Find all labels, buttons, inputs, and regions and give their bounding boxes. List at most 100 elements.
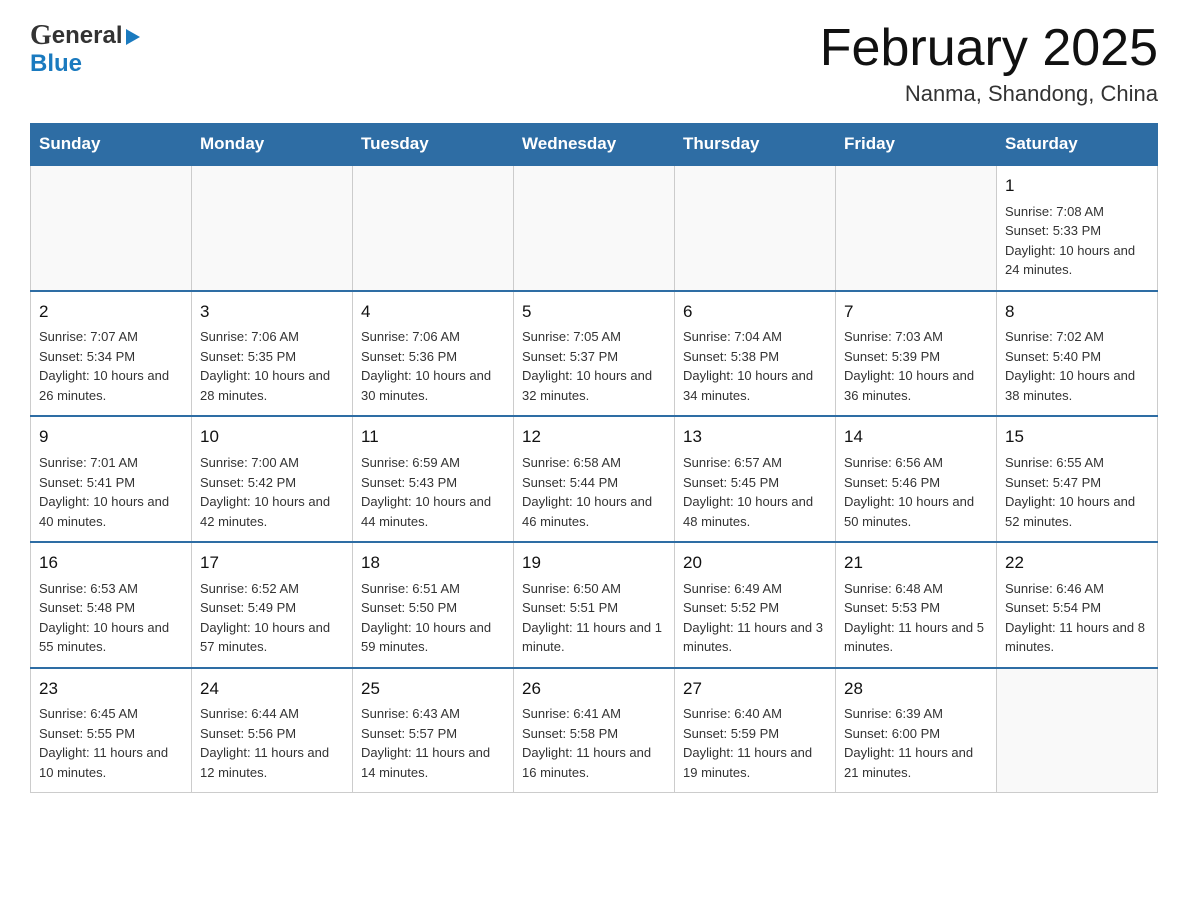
day-number: 14 <box>844 425 988 450</box>
weekday-header-thursday: Thursday <box>675 124 836 166</box>
day-number: 17 <box>200 551 344 576</box>
calendar-cell: 10Sunrise: 7:00 AMSunset: 5:42 PMDayligh… <box>192 416 353 542</box>
day-number: 26 <box>522 677 666 702</box>
logo-g: G <box>30 20 52 52</box>
day-info: Sunrise: 6:45 AMSunset: 5:55 PMDaylight:… <box>39 704 183 782</box>
day-number: 12 <box>522 425 666 450</box>
calendar-cell: 12 Sunrise: 6:58 AMSunset: 5:44 PMDayligh… <box>514 416 675 542</box>
day-number: 18 <box>361 551 505 576</box>
day-info: Sunrise: 7:05 AMSunset: 5:37 PMDaylight:… <box>522 327 666 405</box>
day-info: Sunrise: 7:04 AMSunset: 5:38 PMDaylight:… <box>683 327 827 405</box>
day-number: 7 <box>844 300 988 325</box>
day-number: 22 <box>1005 551 1149 576</box>
day-info: Sunrise: 6:59 AMSunset: 5:43 PMDaylight:… <box>361 453 505 531</box>
calendar-cell: 17 Sunrise: 6:52 AMSunset: 5:49 PMDayligh… <box>192 542 353 668</box>
day-info: Sunrise: 6:58 AMSunset: 5:44 PMDaylight:… <box>522 453 666 531</box>
calendar-week-row: 2Sunrise: 7:07 AMSunset: 5:34 PMDaylight… <box>31 291 1158 417</box>
day-number: 5 <box>522 300 666 325</box>
calendar-week-row: 16Sunrise: 6:53 AMSunset: 5:48 PMDayligh… <box>31 542 1158 668</box>
day-number: 13 <box>683 425 827 450</box>
calendar-cell <box>192 165 353 291</box>
calendar-cell: 14 Sunrise: 6:56 AMSunset: 5:46 PMDayligh… <box>836 416 997 542</box>
day-number: 10 <box>200 425 344 450</box>
calendar-cell: 25Sunrise: 6:43 AMSunset: 5:57 PMDayligh… <box>353 668 514 793</box>
day-info: Sunrise: 6:56 AMSunset: 5:46 PMDaylight:… <box>844 453 988 531</box>
calendar-cell: 19 Sunrise: 6:50 AMSunset: 5:51 PMDayligh… <box>514 542 675 668</box>
day-number: 21 <box>844 551 988 576</box>
calendar-cell: 6Sunrise: 7:04 AMSunset: 5:38 PMDaylight… <box>675 291 836 417</box>
day-info: Sunrise: 6:50 AMSunset: 5:51 PMDaylight:… <box>522 579 666 657</box>
day-number: 8 <box>1005 300 1149 325</box>
calendar-week-row: 9 Sunrise: 7:01 AMSunset: 5:41 PMDaylight… <box>31 416 1158 542</box>
calendar-cell: 18 Sunrise: 6:51 AMSunset: 5:50 PMDayligh… <box>353 542 514 668</box>
calendar-cell <box>353 165 514 291</box>
calendar-cell: 27Sunrise: 6:40 AMSunset: 5:59 PMDayligh… <box>675 668 836 793</box>
calendar-cell: 5Sunrise: 7:05 AMSunset: 5:37 PMDaylight… <box>514 291 675 417</box>
location-subtitle: Nanma, Shandong, China <box>820 81 1158 107</box>
weekday-header-tuesday: Tuesday <box>353 124 514 166</box>
day-info: Sunrise: 7:06 AMSunset: 5:35 PMDaylight:… <box>200 327 344 405</box>
logo-eneral: eneral <box>52 22 123 50</box>
day-number: 11 <box>361 425 505 450</box>
day-info: Sunrise: 6:51 AMSunset: 5:50 PMDaylight:… <box>361 579 505 657</box>
weekday-header-sunday: Sunday <box>31 124 192 166</box>
day-info: Sunrise: 6:44 AMSunset: 5:56 PMDaylight:… <box>200 704 344 782</box>
day-number: 24 <box>200 677 344 702</box>
day-number: 15 <box>1005 425 1149 450</box>
day-number: 19 <box>522 551 666 576</box>
calendar-week-row: 23Sunrise: 6:45 AMSunset: 5:55 PMDayligh… <box>31 668 1158 793</box>
calendar-cell: 3Sunrise: 7:06 AMSunset: 5:35 PMDaylight… <box>192 291 353 417</box>
day-info: Sunrise: 6:49 AMSunset: 5:52 PMDaylight:… <box>683 579 827 657</box>
calendar-body: 1Sunrise: 7:08 AMSunset: 5:33 PMDaylight… <box>31 165 1158 793</box>
calendar-cell <box>514 165 675 291</box>
day-info: Sunrise: 6:40 AMSunset: 5:59 PMDaylight:… <box>683 704 827 782</box>
day-number: 20 <box>683 551 827 576</box>
day-info: Sunrise: 7:07 AMSunset: 5:34 PMDaylight:… <box>39 327 183 405</box>
calendar-cell: 9 Sunrise: 7:01 AMSunset: 5:41 PMDaylight… <box>31 416 192 542</box>
calendar-cell <box>675 165 836 291</box>
day-info: Sunrise: 6:48 AMSunset: 5:53 PMDaylight:… <box>844 579 988 657</box>
calendar-cell <box>997 668 1158 793</box>
month-year-title: February 2025 <box>820 20 1158 77</box>
calendar-cell: 23Sunrise: 6:45 AMSunset: 5:55 PMDayligh… <box>31 668 192 793</box>
day-number: 4 <box>361 300 505 325</box>
calendar-cell: 1Sunrise: 7:08 AMSunset: 5:33 PMDaylight… <box>997 165 1158 291</box>
calendar-cell: 11 Sunrise: 6:59 AMSunset: 5:43 PMDayligh… <box>353 416 514 542</box>
day-number: 9 <box>39 425 183 450</box>
day-number: 28 <box>844 677 988 702</box>
calendar-cell: 28Sunrise: 6:39 AMSunset: 6:00 PMDayligh… <box>836 668 997 793</box>
logo: G eneral Blue <box>30 20 140 78</box>
day-info: Sunrise: 7:06 AMSunset: 5:36 PMDaylight:… <box>361 327 505 405</box>
day-info: Sunrise: 7:01 AMSunset: 5:41 PMDaylight:… <box>39 453 183 531</box>
calendar-cell: 8Sunrise: 7:02 AMSunset: 5:40 PMDaylight… <box>997 291 1158 417</box>
day-info: Sunrise: 6:39 AMSunset: 6:00 PMDaylight:… <box>844 704 988 782</box>
day-info: Sunrise: 7:02 AMSunset: 5:40 PMDaylight:… <box>1005 327 1149 405</box>
calendar-table: SundayMondayTuesdayWednesdayThursdayFrid… <box>30 123 1158 793</box>
calendar-cell: 22 Sunrise: 6:46 AMSunset: 5:54 PMDayligh… <box>997 542 1158 668</box>
day-info: Sunrise: 6:52 AMSunset: 5:49 PMDaylight:… <box>200 579 344 657</box>
calendar-cell: 24Sunrise: 6:44 AMSunset: 5:56 PMDayligh… <box>192 668 353 793</box>
day-info: Sunrise: 6:41 AMSunset: 5:58 PMDaylight:… <box>522 704 666 782</box>
calendar-cell: 7Sunrise: 7:03 AMSunset: 5:39 PMDaylight… <box>836 291 997 417</box>
weekday-header-friday: Friday <box>836 124 997 166</box>
day-number: 3 <box>200 300 344 325</box>
calendar-cell: 13Sunrise: 6:57 AMSunset: 5:45 PMDayligh… <box>675 416 836 542</box>
day-number: 1 <box>1005 174 1149 199</box>
day-number: 2 <box>39 300 183 325</box>
logo-blue: Blue <box>30 50 82 78</box>
calendar-week-row: 1Sunrise: 7:08 AMSunset: 5:33 PMDaylight… <box>31 165 1158 291</box>
day-info: Sunrise: 6:55 AMSunset: 5:47 PMDaylight:… <box>1005 453 1149 531</box>
calendar-cell <box>31 165 192 291</box>
day-info: Sunrise: 6:53 AMSunset: 5:48 PMDaylight:… <box>39 579 183 657</box>
weekday-header-monday: Monday <box>192 124 353 166</box>
weekday-header-wednesday: Wednesday <box>514 124 675 166</box>
day-info: Sunrise: 6:46 AMSunset: 5:54 PMDaylight:… <box>1005 579 1149 657</box>
calendar-cell: 4Sunrise: 7:06 AMSunset: 5:36 PMDaylight… <box>353 291 514 417</box>
calendar-cell: 2Sunrise: 7:07 AMSunset: 5:34 PMDaylight… <box>31 291 192 417</box>
day-info: Sunrise: 7:03 AMSunset: 5:39 PMDaylight:… <box>844 327 988 405</box>
calendar-cell: 21 Sunrise: 6:48 AMSunset: 5:53 PMDayligh… <box>836 542 997 668</box>
calendar-cell: 26Sunrise: 6:41 AMSunset: 5:58 PMDayligh… <box>514 668 675 793</box>
logo-triangle-icon <box>126 29 140 45</box>
day-info: Sunrise: 6:43 AMSunset: 5:57 PMDaylight:… <box>361 704 505 782</box>
day-number: 27 <box>683 677 827 702</box>
